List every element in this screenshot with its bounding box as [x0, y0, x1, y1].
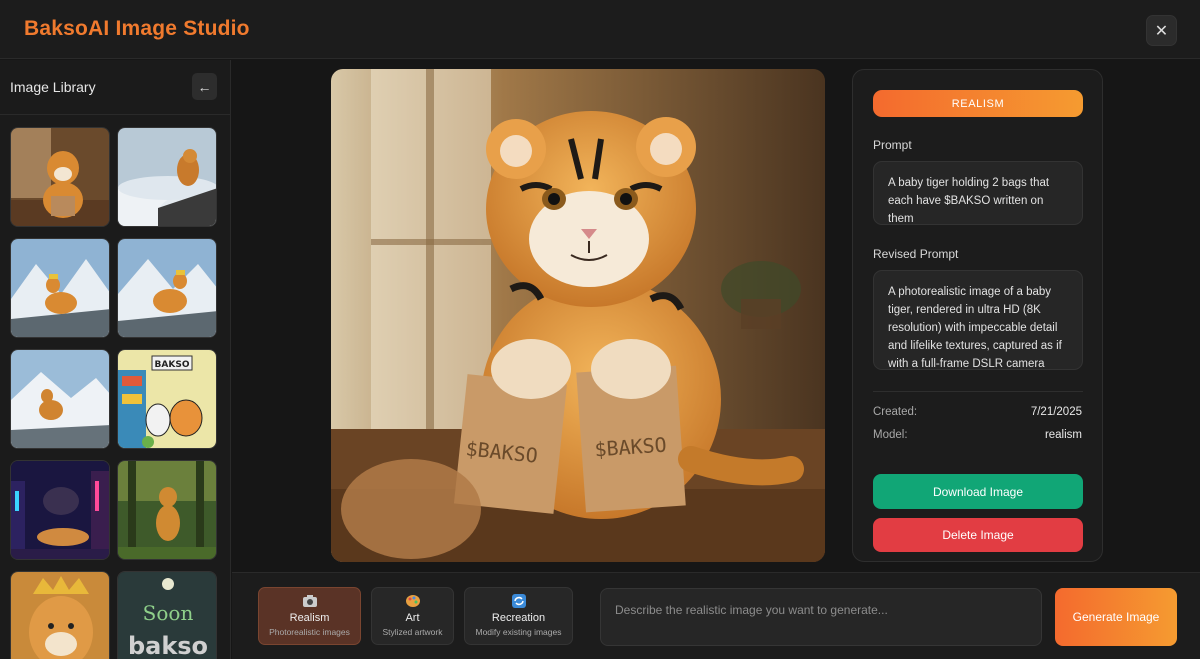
generate-image-button[interactable]: Generate Image [1055, 588, 1177, 646]
svg-text:Soon: Soon [143, 601, 194, 625]
library-thumbnail[interactable] [117, 460, 217, 560]
palette-icon [405, 594, 421, 608]
divider [0, 114, 230, 115]
mode-description: Photorealistic images [269, 627, 350, 637]
library-thumbnail[interactable]: Soon bakso [117, 571, 217, 659]
download-image-button[interactable]: Download Image [873, 474, 1083, 509]
model-value: realism [1044, 429, 1082, 441]
camera-icon [302, 594, 318, 608]
library-thumbnail[interactable] [10, 460, 110, 560]
library-thumbnail[interactable] [10, 349, 110, 449]
prompt-text: A baby tiger holding 2 bags that each ha… [873, 161, 1083, 225]
app-header: BaksoAI Image Studio ✕ [0, 0, 1200, 59]
close-icon: ✕ [1154, 22, 1169, 40]
mode-name: Recreation [491, 612, 546, 624]
recycle-icon [511, 594, 527, 608]
generation-bar: Realism Photorealistic images Art Styliz… [232, 572, 1200, 659]
selected-image: $BAKSO $BAKSO [331, 69, 825, 562]
svg-text:BAKSO: BAKSO [155, 360, 190, 370]
mode-recreation-button[interactable]: Recreation Modify existing images [464, 587, 573, 645]
image-library-sidebar: Image Library ← BAKSO Soon bakso [0, 60, 231, 659]
mode-art-button[interactable]: Art Stylized artwork [371, 587, 454, 645]
divider [873, 391, 1083, 392]
revised-prompt-text[interactable]: A photorealistic image of a baby tiger, … [873, 270, 1083, 370]
app-title: BaksoAI Image Studio [24, 17, 250, 40]
prompt-label: Prompt [873, 138, 912, 152]
library-thumbnail[interactable] [117, 238, 217, 338]
close-button[interactable]: ✕ [1146, 15, 1177, 46]
library-thumbnail[interactable] [117, 127, 217, 227]
created-label: Created: [873, 406, 918, 418]
library-thumbnail[interactable]: BAKSO [117, 349, 217, 449]
delete-image-button[interactable]: Delete Image [873, 518, 1083, 552]
library-thumbnail[interactable] [10, 127, 110, 227]
revised-prompt-label: Revised Prompt [873, 247, 959, 261]
prompt-input[interactable] [600, 588, 1042, 646]
mode-description: Modify existing images [475, 627, 562, 637]
mode-realism-button[interactable]: Realism Photorealistic images [258, 587, 361, 645]
collapse-sidebar-button[interactable]: ← [192, 73, 217, 100]
image-details-panel: REALISM Prompt A baby tiger holding 2 ba… [852, 69, 1103, 562]
library-thumbnail[interactable] [10, 238, 110, 338]
library-title: Image Library [10, 79, 96, 95]
created-date: 7/21/2025 [1030, 406, 1082, 418]
style-badge: REALISM [873, 90, 1083, 117]
mode-name: Art [405, 612, 420, 624]
model-label: Model: [873, 429, 908, 441]
svg-text:bakso: bakso [128, 632, 208, 659]
arrow-left-icon: ← [197, 78, 212, 95]
svg-text:$BAKSO: $BAKSO [594, 433, 668, 462]
library-thumbnail[interactable] [10, 571, 110, 659]
mode-name: Realism [289, 612, 330, 624]
mode-description: Stylized artwork [382, 627, 443, 637]
